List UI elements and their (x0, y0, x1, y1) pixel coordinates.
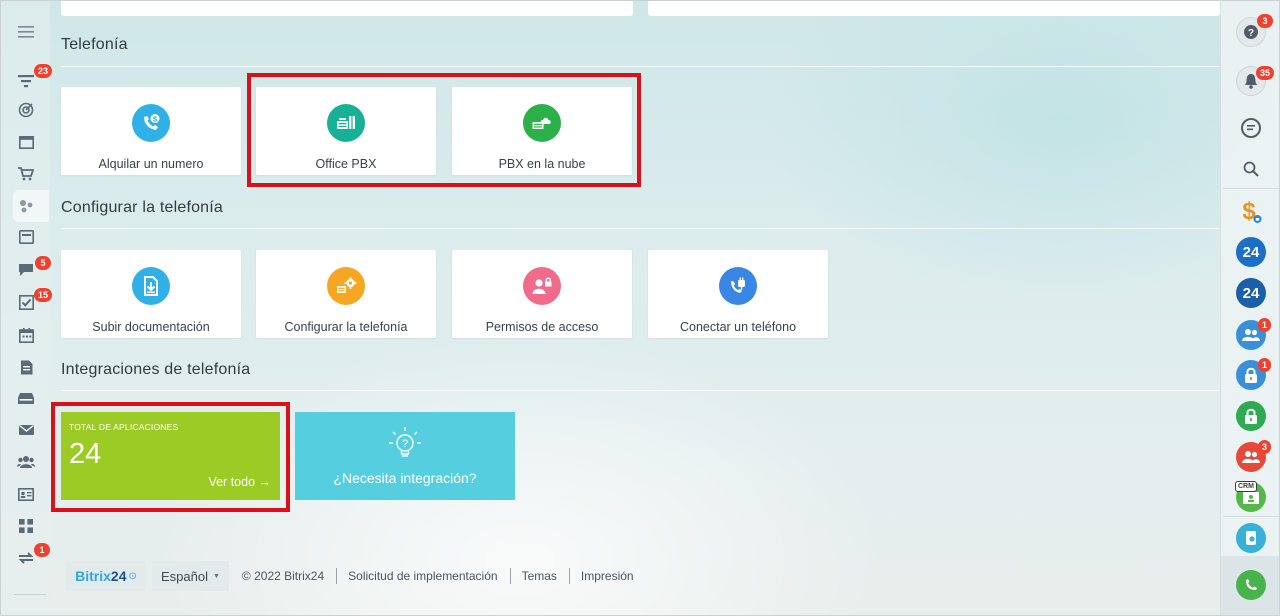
upload-document-icon (132, 267, 170, 305)
group-red-badge: 3 (1258, 440, 1271, 454)
b24-label-b: 24 (1242, 284, 1260, 302)
group-badge: 1 (1258, 318, 1271, 332)
apps-grid-icon[interactable] (13, 515, 39, 537)
footer-divider (568, 568, 570, 584)
search-icon[interactable] (1236, 154, 1266, 184)
phone-plug-icon (719, 267, 757, 305)
settings-gear-icon (327, 267, 365, 305)
top-card-left (61, 0, 633, 16)
section-title-configure: Configurar la telefonía (61, 199, 224, 216)
footer-divider (336, 568, 338, 584)
section-title-integrations: Integraciones de telefonía (61, 361, 251, 378)
mobile-app-icon[interactable] (1236, 523, 1266, 553)
copyright-text: © 2022 Bitrix24 (241, 569, 325, 583)
user-lock-icon (523, 267, 561, 305)
b24-label-a: 24 (1242, 243, 1260, 261)
logo-text-a: Bitrix (75, 568, 111, 584)
tile-label: Subir documentación (92, 320, 210, 334)
tile-configure-telephony[interactable]: Configurar la telefonía (256, 250, 436, 338)
section-divider (61, 66, 1219, 67)
need-integration-label: ¿Necesita integración? (333, 470, 477, 486)
logo-clock-icon: ⊙ (128, 570, 137, 582)
employees-icon[interactable] (13, 451, 39, 473)
notifications-badge: 35 (1256, 66, 1275, 80)
lock-badge: 1 (1258, 358, 1271, 372)
dollar-icon[interactable]: $ (1236, 196, 1266, 226)
tile-label: Permisos de acceso (485, 320, 599, 334)
highlight-pbx (247, 73, 641, 187)
phone-dollar-icon: $ (132, 104, 170, 142)
bitrix24-icon-b[interactable]: 24 (1236, 278, 1266, 308)
bitrix24-logo[interactable]: Bitrix 24 ⊙ (66, 561, 146, 591)
need-integration-tile[interactable]: ? ¿Necesita integración? (295, 412, 515, 500)
feed-icon[interactable] (13, 226, 39, 248)
right-sidebar: ? 3 35 $ 24 24 1 1 3 CRM (1220, 0, 1280, 616)
crm-label: CRM (1235, 481, 1257, 492)
drive-icon[interactable] (13, 387, 39, 409)
section-divider (61, 390, 1219, 391)
footer-divider (509, 568, 511, 584)
logo-text-b: 24 (110, 568, 127, 584)
right-divider (1223, 516, 1279, 517)
chat-badge: 5 (35, 256, 51, 270)
cart-icon[interactable] (13, 163, 39, 185)
tile-label: Configurar la telefonía (284, 320, 408, 334)
footer: Bitrix 24 ⊙ Español ▼ © 2022 Bitrix24 Soli… (66, 561, 634, 591)
filter-badge: 23 (34, 64, 53, 78)
tile-label: Alquilar un numero (98, 157, 204, 171)
tile-rent-number[interactable]: $ Alquilar un numero (61, 87, 241, 175)
svg-text:?: ? (1248, 28, 1254, 39)
tile-connect-phone[interactable]: Conectar un teléfono (648, 250, 828, 338)
bitrix24-icon-a[interactable]: 24 (1236, 237, 1266, 267)
svg-text:?: ? (402, 438, 408, 450)
sync-badge: 1 (34, 543, 50, 557)
implementation-link[interactable]: Solicitud de implementación (348, 569, 497, 583)
section-title-telephony: Telefonía (61, 36, 128, 53)
tile-upload-docs[interactable]: Subir documentación (61, 250, 241, 338)
highlight-apps (51, 402, 290, 512)
document-icon[interactable] (13, 356, 39, 378)
tile-label: Conectar un teléfono (679, 320, 797, 334)
mail-icon[interactable] (13, 419, 39, 441)
lightbulb-icon: ? (389, 427, 421, 457)
sites-icon[interactable] (13, 195, 39, 217)
lock-icon-green[interactable] (1236, 401, 1266, 431)
chat-bubble-icon[interactable] (1236, 113, 1266, 143)
phone-call-icon[interactable] (1236, 570, 1266, 600)
menu-icon[interactable] (13, 21, 39, 43)
help-badge: 3 (1257, 14, 1273, 28)
language-select[interactable]: Español ▼ (152, 561, 229, 591)
window-icon[interactable] (13, 131, 39, 153)
calendar-icon[interactable] (13, 324, 39, 346)
language-value: Español (161, 568, 208, 584)
target-icon[interactable] (13, 99, 39, 121)
print-link[interactable]: Impresión (581, 569, 634, 583)
tile-access-permissions[interactable]: Permisos de acceso (452, 250, 632, 338)
section-divider (61, 228, 1219, 229)
top-card-right (648, 0, 1220, 16)
contact-card-icon[interactable] (13, 483, 39, 505)
left-bottom-divider (14, 594, 46, 595)
tasks-badge: 15 (34, 288, 53, 302)
themes-link[interactable]: Temas (522, 569, 557, 583)
right-divider (1223, 188, 1279, 189)
left-sidebar: 23 5 15 1 (0, 0, 53, 616)
caret-down-icon: ▼ (212, 572, 220, 580)
